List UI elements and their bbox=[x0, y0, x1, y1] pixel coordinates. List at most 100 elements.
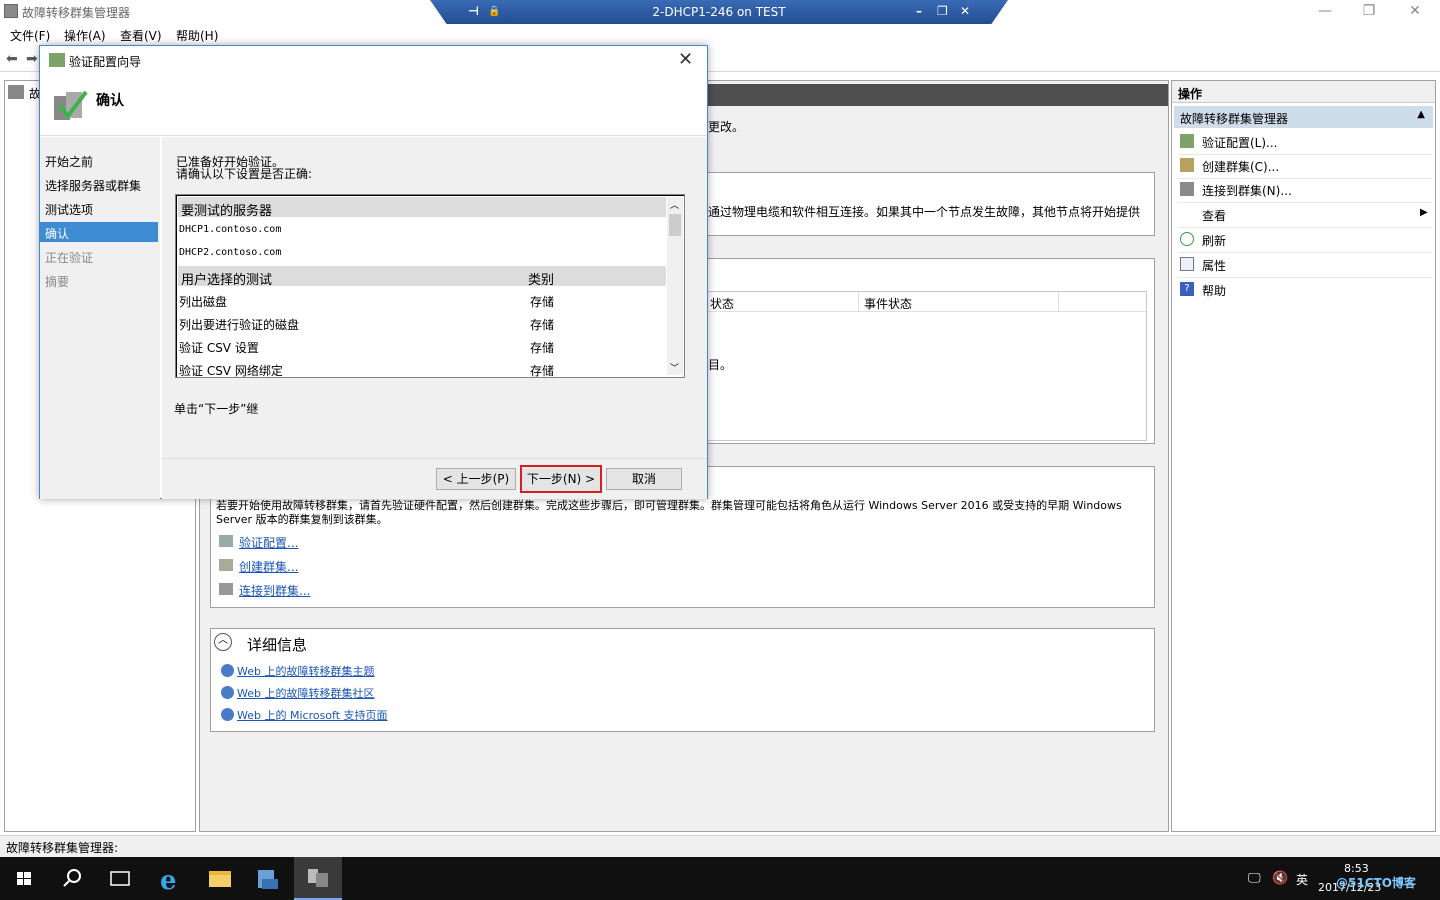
collapse-icon[interactable]: ︿ bbox=[214, 633, 232, 651]
server-row: DHCP1.contoso.com bbox=[179, 224, 282, 235]
scroll-up-icon[interactable]: ︿ bbox=[670, 198, 679, 211]
properties-icon bbox=[1180, 257, 1194, 271]
next-button[interactable]: 下一步(N) > bbox=[520, 465, 602, 493]
test-category: 存储 bbox=[530, 295, 555, 309]
wizard-heading: 确认 bbox=[96, 93, 124, 109]
action-properties[interactable]: 属性 bbox=[1202, 257, 1226, 274]
network-icon[interactable]: 🖵 bbox=[1248, 871, 1261, 886]
internet-explorer-icon: e bbox=[160, 866, 177, 896]
menu-view[interactable]: 查看(V) bbox=[120, 27, 162, 44]
col-event-status[interactable]: 事件状态 bbox=[864, 295, 912, 312]
status-bar: 故障转移群集管理器: bbox=[0, 835, 1440, 857]
taskbar: e 🖵 🔇 英 8:53 2017/12/23 @51CTO博客 bbox=[0, 857, 1440, 900]
web-support-link[interactable]: Web 上的 Microsoft 支持页面 bbox=[237, 707, 388, 723]
menu-file[interactable]: 文件(F) bbox=[10, 27, 50, 44]
actions-section-title: 故障转移群集管理器 bbox=[1180, 112, 1289, 126]
intro-line-2: 请确认以下设置是否正确: bbox=[176, 167, 313, 181]
test-category: 存储 bbox=[530, 364, 555, 378]
action-help[interactable]: 帮助 bbox=[1202, 282, 1226, 299]
server-manager-icon bbox=[258, 870, 278, 889]
step-select-servers: 选择服务器或群集 bbox=[45, 179, 142, 193]
action-validate[interactable]: 验证配置(L)... bbox=[1202, 134, 1278, 151]
web-globe-icon bbox=[221, 686, 234, 699]
actions-section-header[interactable]: 故障转移群集管理器 ▲ bbox=[1174, 106, 1433, 128]
step-test-options: 测试选项 bbox=[45, 203, 94, 217]
refresh-icon bbox=[1180, 232, 1194, 246]
rdp-connection-bar: ⊣ 🔒 2-DHCP1-246 on TEST – ❐ ✕ bbox=[430, 0, 1008, 26]
scrollbar-thumb[interactable] bbox=[669, 214, 681, 236]
taskbar-server-manager[interactable] bbox=[244, 857, 292, 900]
connect-cluster-link[interactable]: 连接到群集... bbox=[239, 582, 310, 599]
step-confirmation: 确认 bbox=[40, 222, 158, 242]
window-title: 故障转移群集管理器 bbox=[22, 6, 131, 20]
validate-config-link[interactable]: 验证配置... bbox=[239, 534, 298, 551]
scroll-down-icon[interactable]: ﹀ bbox=[670, 361, 679, 374]
step-before-you-begin: 开始之前 bbox=[45, 155, 94, 169]
separator bbox=[1178, 252, 1432, 253]
vertical-scrollbar[interactable]: ︿ ﹀ bbox=[667, 197, 683, 375]
web-topics-link[interactable]: Web 上的故障转移群集主题 bbox=[237, 663, 374, 679]
step-summary: 摘要 bbox=[45, 275, 70, 289]
forward-arrow-icon[interactable]: ➡ bbox=[26, 51, 38, 67]
details-panel: ︿ 详细信息 Web 上的故障转移群集主题 Web 上的故障转移群集社区 Web… bbox=[210, 628, 1155, 732]
web-globe-icon bbox=[221, 664, 234, 677]
search-button[interactable] bbox=[48, 857, 96, 900]
back-arrow-icon[interactable]: ⬅ bbox=[6, 51, 18, 67]
separator bbox=[1178, 154, 1432, 155]
volume-muted-icon[interactable]: 🔇 bbox=[1272, 871, 1288, 886]
validate-config-wizard: 验证配置向导 ✕ 确认 开始之前 选择服务器或群集 测试选项 确认 正在验证 摘… bbox=[39, 45, 708, 499]
validate-icon bbox=[219, 535, 233, 547]
web-globe-icon bbox=[221, 708, 234, 721]
menu-bar: 文件(F) 操作(A) 查看(V) 帮助(H) bbox=[0, 24, 1440, 46]
back-button[interactable]: < 上一步(P) bbox=[436, 468, 516, 490]
wizard-title: 验证配置向导 bbox=[69, 55, 142, 69]
management-desc: 若要开始使用故障转移群集，请首先验证硬件配置，然后创建群集。完成这些步骤后，即可… bbox=[216, 499, 1122, 526]
server-row: DHCP2.contoso.com bbox=[179, 247, 282, 258]
actions-pane: 操作 故障转移群集管理器 ▲ 验证配置(L)... 创建群集(C)... 连接到… bbox=[1171, 80, 1436, 832]
validate-icon bbox=[1180, 134, 1194, 148]
center-header-bar bbox=[708, 84, 1168, 106]
taskbar-ie[interactable]: e bbox=[148, 857, 196, 900]
wizard-close-button[interactable]: ✕ bbox=[678, 49, 693, 70]
restore-button[interactable]: ❐ bbox=[1354, 3, 1384, 19]
test-category: 存储 bbox=[530, 318, 555, 332]
close-button[interactable]: ✕ bbox=[1400, 3, 1430, 19]
input-language[interactable]: 英 bbox=[1296, 871, 1308, 888]
tests-header-label: 用户选择的测试 bbox=[181, 273, 273, 288]
start-button[interactable] bbox=[0, 857, 48, 900]
create-cluster-icon bbox=[1180, 158, 1194, 172]
cancel-button[interactable]: 取消 bbox=[606, 468, 682, 490]
separator bbox=[1178, 227, 1432, 228]
separator bbox=[1178, 178, 1432, 179]
svg-text:e: e bbox=[160, 866, 177, 896]
wizard-content: 已准备好开始验证。 请确认以下设置是否正确: 要测试的服务器 DHCP1.con… bbox=[162, 137, 707, 499]
search-icon bbox=[63, 869, 81, 887]
taskbar-file-explorer[interactable] bbox=[196, 857, 244, 900]
web-community-link[interactable]: Web 上的故障转移群集社区 bbox=[237, 685, 374, 701]
rdp-close-button[interactable]: ✕ bbox=[960, 4, 970, 18]
menu-help[interactable]: 帮助(H) bbox=[176, 27, 218, 44]
settings-listbox[interactable]: 要测试的服务器 DHCP1.contoso.com DHCP2.contoso.… bbox=[175, 194, 685, 378]
clusters-empty-text: 目。 bbox=[708, 358, 733, 372]
action-create-cluster[interactable]: 创建群集(C)... bbox=[1202, 158, 1279, 175]
validate-icon bbox=[49, 53, 65, 67]
action-view[interactable]: 查看 bbox=[1202, 207, 1226, 224]
cluster-manager-icon bbox=[4, 4, 18, 18]
windows-logo-icon bbox=[17, 872, 31, 885]
rdp-restore-button[interactable]: ❐ bbox=[937, 4, 948, 18]
details-title: 详细信息 bbox=[247, 636, 308, 654]
category-header-label: 类别 bbox=[528, 273, 555, 288]
test-row: 列出要进行验证的磁盘 bbox=[179, 318, 300, 332]
col-status[interactable]: 状态 bbox=[710, 295, 734, 312]
validate-checkmark-icon bbox=[54, 90, 88, 120]
taskbar-cluster-manager[interactable] bbox=[294, 857, 342, 900]
action-connect-cluster[interactable]: 连接到群集(N)... bbox=[1202, 182, 1292, 199]
minimize-button[interactable]: — bbox=[1310, 3, 1340, 19]
task-view-button[interactable] bbox=[96, 857, 144, 900]
action-refresh[interactable]: 刷新 bbox=[1202, 232, 1226, 249]
task-view-icon bbox=[110, 871, 130, 886]
rdp-minimize-button[interactable]: – bbox=[916, 4, 922, 18]
collapse-up-icon[interactable]: ▲ bbox=[1417, 109, 1425, 120]
create-cluster-link[interactable]: 创建群集... bbox=[239, 558, 298, 575]
menu-action[interactable]: 操作(A) bbox=[64, 27, 106, 44]
